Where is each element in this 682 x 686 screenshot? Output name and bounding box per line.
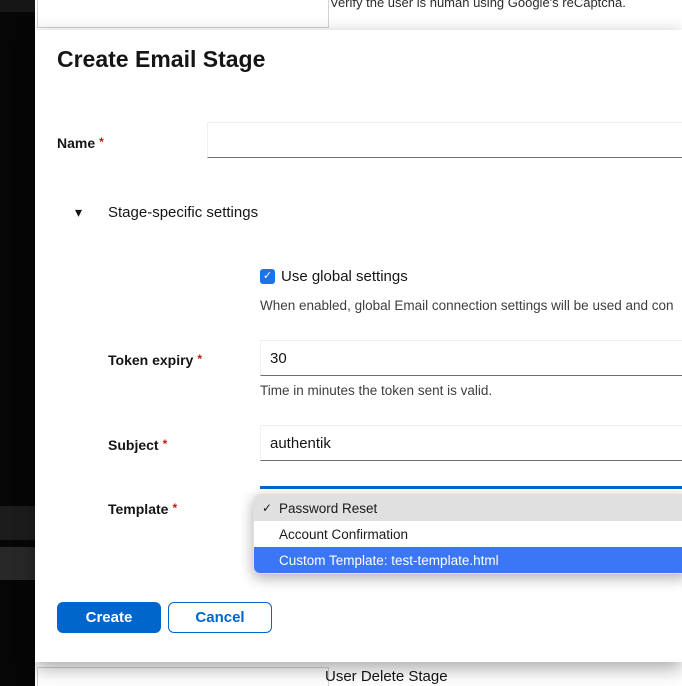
token-expiry-label: Token expiry *: [108, 352, 202, 368]
subject-input[interactable]: [260, 425, 682, 461]
stage-settings-section-toggle[interactable]: ▾ Stage-specific settings: [75, 200, 258, 224]
background-page-top: Verify the user is human using Google's …: [35, 0, 682, 30]
background-user-delete-stage-text: User Delete Stage: [325, 668, 448, 685]
subject-label-text: Subject: [108, 437, 159, 453]
sidebar-header-dimmed: [0, 0, 35, 12]
template-label: Template *: [108, 501, 177, 517]
check-icon: ✓: [263, 270, 272, 282]
sidebar-item-dimmed: [0, 506, 35, 540]
template-select-focused[interactable]: [260, 486, 682, 489]
background-page-bottom: User Delete Stage: [35, 662, 682, 686]
required-asterisk: *: [172, 501, 177, 515]
template-select-dropdown: ✓ Password Reset Account Confirmation Cu…: [253, 494, 682, 574]
template-label-text: Template: [108, 501, 168, 517]
background-recaptcha-text: Verify the user is human using Google's …: [330, 0, 626, 10]
token-expiry-label-text: Token expiry: [108, 352, 193, 368]
token-expiry-helper: Time in minutes the token sent is valid.: [260, 383, 492, 398]
name-input[interactable]: [207, 122, 682, 158]
name-label: Name *: [57, 135, 104, 151]
token-expiry-input[interactable]: [260, 340, 682, 376]
check-icon: ✓: [262, 501, 279, 515]
dropdown-option-custom-template[interactable]: Custom Template: test-template.html: [254, 547, 682, 573]
use-global-settings-label[interactable]: Use global settings: [281, 268, 408, 285]
sidebar-backdrop: [0, 0, 35, 686]
subject-label: Subject *: [108, 437, 167, 453]
section-label: Stage-specific settings: [108, 204, 258, 221]
option-label: Account Confirmation: [279, 527, 408, 542]
cancel-button[interactable]: Cancel: [168, 602, 272, 633]
name-label-text: Name: [57, 135, 95, 151]
required-asterisk: *: [163, 437, 168, 451]
create-button[interactable]: Create: [57, 602, 161, 633]
option-label: Password Reset: [279, 501, 377, 516]
dropdown-option-password-reset[interactable]: ✓ Password Reset: [254, 495, 682, 521]
chevron-down-icon: ▾: [75, 204, 108, 221]
dropdown-option-account-confirmation[interactable]: Account Confirmation: [254, 521, 682, 547]
sidebar-item-dimmed: [0, 547, 35, 580]
background-card: [37, 667, 329, 686]
use-global-settings-helper: When enabled, global Email connection se…: [260, 298, 674, 313]
background-card: [37, 0, 329, 28]
screen: Verify the user is human using Google's …: [0, 0, 682, 686]
required-asterisk: *: [99, 135, 104, 149]
modal-title: Create Email Stage: [57, 46, 265, 73]
required-asterisk: *: [197, 352, 202, 366]
option-label: Custom Template: test-template.html: [279, 553, 499, 568]
use-global-settings-checkbox[interactable]: ✓: [260, 269, 275, 284]
